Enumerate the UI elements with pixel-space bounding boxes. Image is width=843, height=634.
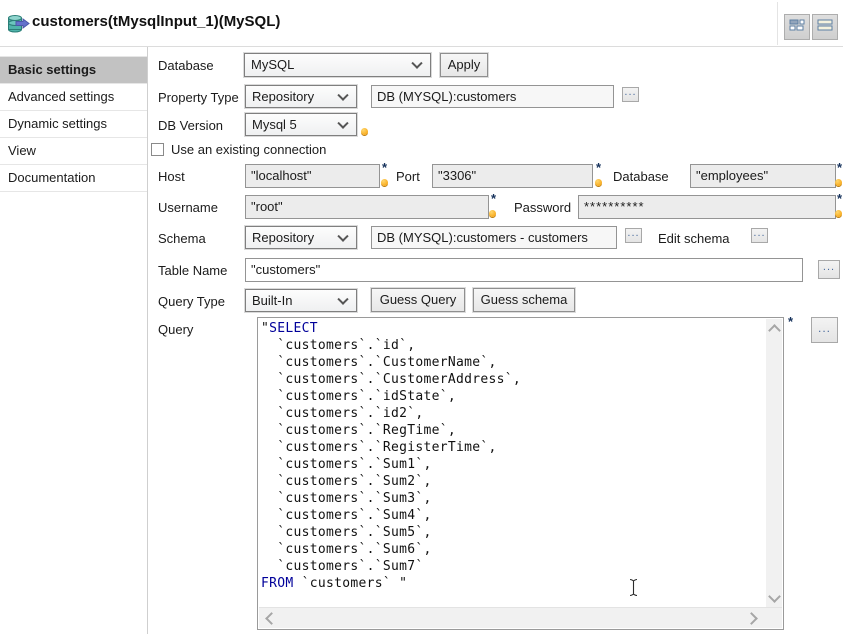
component-title: customers(tMysqlInput_1)(MySQL)	[32, 13, 280, 30]
chevron-down-icon	[337, 293, 348, 304]
table-name-browse-button[interactable]: ...	[818, 260, 840, 279]
db-version-label: DB Version	[158, 118, 223, 133]
query-text[interactable]: "SELECT `customers`.`id`, `customers`.`C…	[261, 320, 765, 607]
property-repository-browse-button[interactable]: ...	[622, 87, 639, 102]
password-label: Password	[514, 200, 571, 215]
query-vertical-scrollbar[interactable]	[766, 319, 782, 608]
database-name-label: Database	[613, 169, 669, 184]
schema-type-combobox[interactable]: Repository	[245, 226, 357, 249]
guess-query-button[interactable]: Guess Query	[371, 288, 465, 312]
table-name-label: Table Name	[158, 263, 227, 278]
schema-browse-button[interactable]: ...	[625, 228, 642, 243]
property-type-combobox-value: Repository	[252, 89, 314, 104]
query-browse-button[interactable]: ...	[811, 317, 838, 343]
query-line: `customers`.`Sum2`,	[261, 473, 765, 490]
hint-icon	[489, 210, 496, 217]
query-type-combobox-value: Built-In	[252, 293, 292, 308]
existing-connection-label: Use an existing connection	[171, 142, 326, 157]
query-line: `customers`.`id`,	[261, 337, 765, 354]
sidebar-item-documentation[interactable]: Documentation	[0, 165, 147, 192]
query-line: `customers`.`Sum1`,	[261, 456, 765, 473]
database-label: Database	[158, 58, 214, 73]
query-line: FROM `customers` "	[261, 575, 765, 592]
password-input[interactable]: **********	[578, 195, 836, 219]
host-label: Host	[158, 169, 185, 184]
query-horizontal-scrollbar[interactable]	[259, 607, 782, 628]
query-line: `customers`.`idState`,	[261, 388, 765, 405]
required-marker: *	[596, 160, 601, 175]
scroll-left-icon[interactable]	[265, 612, 278, 625]
chevron-down-icon	[337, 230, 348, 241]
hint-icon	[361, 128, 368, 135]
query-line: `customers`.`CustomerAddress`,	[261, 371, 765, 388]
query-editor[interactable]: "SELECT `customers`.`id`, `customers`.`C…	[257, 317, 784, 630]
sidebar-item-dynamic-settings[interactable]: Dynamic settings	[0, 111, 147, 138]
host-input[interactable]: "localhost"	[245, 164, 380, 188]
query-line: `customers`.`id2`,	[261, 405, 765, 422]
port-input[interactable]: "3306"	[432, 164, 593, 188]
hint-icon	[381, 179, 388, 186]
username-label: Username	[158, 200, 218, 215]
db-version-combobox[interactable]: Mysql 5	[245, 113, 357, 136]
db-version-combobox-value: Mysql 5	[252, 117, 297, 132]
schema-label: Schema	[158, 231, 206, 246]
header-divider	[777, 2, 778, 45]
edit-schema-label: Edit schema	[658, 231, 730, 246]
guess-schema-button[interactable]: Guess schema	[473, 288, 575, 312]
required-marker: *	[837, 191, 842, 206]
scroll-right-icon[interactable]	[745, 612, 758, 625]
property-type-combobox[interactable]: Repository	[245, 85, 357, 108]
grid-layout-button[interactable]	[784, 14, 810, 40]
rows-layout-button[interactable]	[812, 14, 838, 40]
scroll-down-icon[interactable]	[768, 590, 781, 603]
property-type-label: Property Type	[158, 90, 239, 105]
query-line: `customers`.`RegisterTime`,	[261, 439, 765, 456]
query-line: `customers`.`Sum4`,	[261, 507, 765, 524]
username-input[interactable]: "root"	[245, 195, 489, 219]
chevron-down-icon	[411, 58, 422, 69]
query-line: `customers`.`CustomerName`,	[261, 354, 765, 371]
query-line: `customers`.`RegTime`,	[261, 422, 765, 439]
component-settings-panel: customers(tMysqlInput_1)(MySQL) Basi	[0, 0, 843, 634]
port-label: Port	[396, 169, 420, 184]
sidebar: Basic settingsAdvanced settingsDynamic s…	[0, 47, 148, 634]
text-cursor-icon	[628, 578, 639, 602]
database-name-input[interactable]: "employees"	[690, 164, 836, 188]
mysql-input-component-icon	[8, 15, 30, 38]
existing-connection-checkbox[interactable]	[151, 143, 164, 156]
header: customers(tMysqlInput_1)(MySQL)	[0, 0, 843, 47]
edit-schema-button[interactable]: ...	[751, 228, 768, 243]
query-line: `customers`.`Sum5`,	[261, 524, 765, 541]
hint-icon	[595, 179, 602, 186]
query-type-combobox[interactable]: Built-In	[245, 289, 357, 312]
grid-layout-icon	[789, 18, 805, 37]
required-marker: *	[837, 160, 842, 175]
sidebar-item-view[interactable]: View	[0, 138, 147, 165]
schema-repository-field[interactable]: DB (MYSQL):customers - customers	[371, 226, 617, 249]
chevron-down-icon	[337, 117, 348, 128]
required-marker: *	[382, 160, 387, 175]
query-type-label: Query Type	[158, 294, 225, 309]
hint-icon	[835, 179, 842, 186]
sidebar-item-advanced-settings[interactable]: Advanced settings	[0, 84, 147, 111]
required-marker: *	[788, 314, 793, 329]
query-line: "SELECT	[261, 320, 765, 337]
chevron-down-icon	[337, 89, 348, 100]
query-line: `customers`.`Sum6`,	[261, 541, 765, 558]
sidebar-item-basic-settings[interactable]: Basic settings	[0, 56, 147, 84]
query-line: `customers`.`Sum7`	[261, 558, 765, 575]
required-marker: *	[491, 191, 496, 206]
database-combobox-value: MySQL	[251, 57, 294, 72]
query-line: `customers`.`Sum3`,	[261, 490, 765, 507]
table-name-input[interactable]: "customers"	[245, 258, 803, 282]
apply-button[interactable]: Apply	[440, 53, 488, 77]
rows-layout-icon	[817, 18, 833, 37]
hint-icon	[835, 210, 842, 217]
property-repository-field[interactable]: DB (MYSQL):customers	[371, 85, 614, 108]
scroll-up-icon[interactable]	[768, 324, 781, 337]
query-label: Query	[158, 322, 193, 337]
schema-type-combobox-value: Repository	[252, 230, 314, 245]
database-combobox[interactable]: MySQL	[244, 53, 431, 77]
